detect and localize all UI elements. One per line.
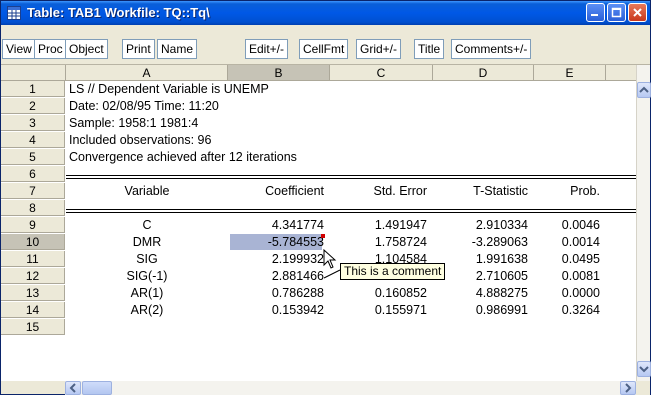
- name-button[interactable]: Name: [157, 39, 198, 59]
- chevron-right-icon: [625, 383, 632, 393]
- table-icon: [7, 6, 21, 20]
- cell-b12[interactable]: 2.881466: [228, 268, 330, 284]
- chevron-left-icon: [69, 383, 76, 393]
- cell-c9[interactable]: 1.491947: [330, 217, 433, 233]
- cell-a2[interactable]: Date: 02/08/95 Time: 11:20: [69, 98, 219, 114]
- chevron-up-icon: [639, 86, 649, 93]
- row-header-8[interactable]: 8: [1, 200, 65, 216]
- horizontal-scroll-thumb[interactable]: [82, 381, 112, 395]
- table-window: Table: TAB1 Workfile: TQ::Tq\ View Proc …: [0, 0, 651, 395]
- cell-e14[interactable]: 0.3264: [534, 302, 606, 318]
- cell-d12[interactable]: 2.710605: [433, 268, 534, 284]
- row-header-2[interactable]: 2: [1, 98, 65, 114]
- cell-e9[interactable]: 0.0046: [534, 217, 606, 233]
- mouse-cursor-icon: [323, 249, 337, 269]
- close-button[interactable]: [628, 3, 647, 22]
- row-header-4[interactable]: 4: [1, 132, 65, 148]
- horizontal-scrollbar[interactable]: [65, 381, 636, 395]
- cell-a13[interactable]: AR(1): [66, 285, 228, 301]
- spreadsheet-grid[interactable]: A B C D E 1 2 3 4 5 6 7 8 9 10 11 12 13 …: [1, 65, 636, 381]
- cell-c14[interactable]: 0.155971: [330, 302, 433, 318]
- comment-tooltip: This is a comment: [340, 263, 446, 280]
- scroll-up-button[interactable]: [637, 82, 651, 98]
- window-title: Table: TAB1 Workfile: TQ::Tq\: [27, 5, 210, 20]
- row-header-13[interactable]: 13: [1, 285, 65, 301]
- cell-a10[interactable]: DMR: [66, 234, 228, 250]
- row-header-7[interactable]: 7: [1, 183, 65, 199]
- cell-b13[interactable]: 0.786288: [228, 285, 330, 301]
- cell-c10[interactable]: 1.758724: [330, 234, 433, 250]
- cellfmt-button[interactable]: CellFmt: [299, 39, 349, 59]
- cell-d13[interactable]: 4.888275: [433, 285, 534, 301]
- maximize-button[interactable]: [607, 3, 626, 22]
- header-prob[interactable]: Prob.: [534, 183, 606, 199]
- cell-a9[interactable]: C: [66, 217, 228, 233]
- row-header-10[interactable]: 10: [1, 234, 65, 250]
- table-top-rule: [66, 175, 636, 179]
- comment-marker[interactable]: [321, 234, 325, 238]
- close-icon: [633, 8, 642, 17]
- row-header-15[interactable]: 15: [1, 319, 65, 335]
- cell-a1[interactable]: LS // Dependent Variable is UNEMP: [69, 81, 269, 97]
- print-button[interactable]: Print: [122, 39, 155, 59]
- title-bar[interactable]: Table: TAB1 Workfile: TQ::Tq\: [1, 1, 650, 25]
- comments-toggle-button[interactable]: Comments+/-: [451, 39, 532, 59]
- scroll-right-button[interactable]: [620, 381, 636, 395]
- object-button[interactable]: Object: [65, 39, 108, 59]
- scroll-left-button[interactable]: [65, 381, 81, 395]
- header-std-error[interactable]: Std. Error: [330, 183, 433, 199]
- row-header-12[interactable]: 12: [1, 268, 65, 284]
- vertical-scrollbar[interactable]: [636, 65, 651, 381]
- row-header-3[interactable]: 3: [1, 115, 65, 131]
- column-header-a[interactable]: A: [66, 65, 228, 81]
- row-header-11[interactable]: 11: [1, 251, 65, 267]
- cell-a11[interactable]: SIG: [66, 251, 228, 267]
- cell-e10[interactable]: 0.0014: [534, 234, 606, 250]
- header-coefficient[interactable]: Coefficient: [228, 183, 330, 199]
- cell-d10[interactable]: -3.289063: [433, 234, 534, 250]
- view-button[interactable]: View: [2, 39, 36, 59]
- row-header-9[interactable]: 9: [1, 217, 65, 233]
- cell-b10[interactable]: -5.784553: [228, 234, 330, 250]
- cell-d9[interactable]: 2.910334: [433, 217, 534, 233]
- proc-button[interactable]: Proc: [34, 39, 67, 59]
- cell-e12[interactable]: 0.0081: [534, 268, 606, 284]
- cell-e13[interactable]: 0.0000: [534, 285, 606, 301]
- column-header-f[interactable]: [606, 65, 636, 81]
- cell-a5[interactable]: Convergence achieved after 12 iterations: [69, 149, 297, 165]
- column-header-b[interactable]: B: [228, 65, 330, 81]
- row-header-5[interactable]: 5: [1, 149, 65, 165]
- cell-d14[interactable]: 0.986991: [433, 302, 534, 318]
- minimize-button[interactable]: [586, 3, 605, 22]
- cell-c13[interactable]: 0.160852: [330, 285, 433, 301]
- column-header-d[interactable]: D: [433, 65, 534, 81]
- row-header-1[interactable]: 1: [1, 81, 65, 97]
- cell-b11[interactable]: 2.199932: [228, 251, 330, 267]
- minimize-icon: [591, 14, 598, 16]
- cell-a14[interactable]: AR(2): [66, 302, 228, 318]
- cell-a4[interactable]: Included observations: 96: [69, 132, 211, 148]
- column-header-e[interactable]: E: [534, 65, 606, 81]
- grid-corner[interactable]: [1, 65, 66, 81]
- toolbar: View Proc Object Print Name Edit+/- Cell…: [1, 25, 650, 65]
- header-variable[interactable]: Variable: [66, 183, 228, 199]
- edit-toggle-button[interactable]: Edit+/-: [245, 39, 289, 59]
- cell-a12[interactable]: SIG(-1): [66, 268, 228, 284]
- header-t-statistic[interactable]: T-Statistic: [433, 183, 534, 199]
- scroll-down-button[interactable]: [637, 361, 651, 377]
- maximize-icon: [611, 7, 622, 18]
- cell-a3[interactable]: Sample: 1958:1 1981:4: [69, 115, 198, 131]
- title-button[interactable]: Title: [414, 39, 445, 59]
- grid-toggle-button[interactable]: Grid+/-: [356, 39, 402, 59]
- chevron-down-icon: [639, 366, 649, 373]
- cell-b9[interactable]: 4.341774: [228, 217, 330, 233]
- cell-d11[interactable]: 1.991638: [433, 251, 534, 267]
- row-header-6[interactable]: 6: [1, 166, 65, 182]
- column-header-c[interactable]: C: [330, 65, 433, 81]
- cell-e11[interactable]: 0.0495: [534, 251, 606, 267]
- table-header-rule: [66, 209, 636, 213]
- cell-b14[interactable]: 0.153942: [228, 302, 330, 318]
- scrollbar-corner: [636, 381, 650, 395]
- row-header-14[interactable]: 14: [1, 302, 65, 318]
